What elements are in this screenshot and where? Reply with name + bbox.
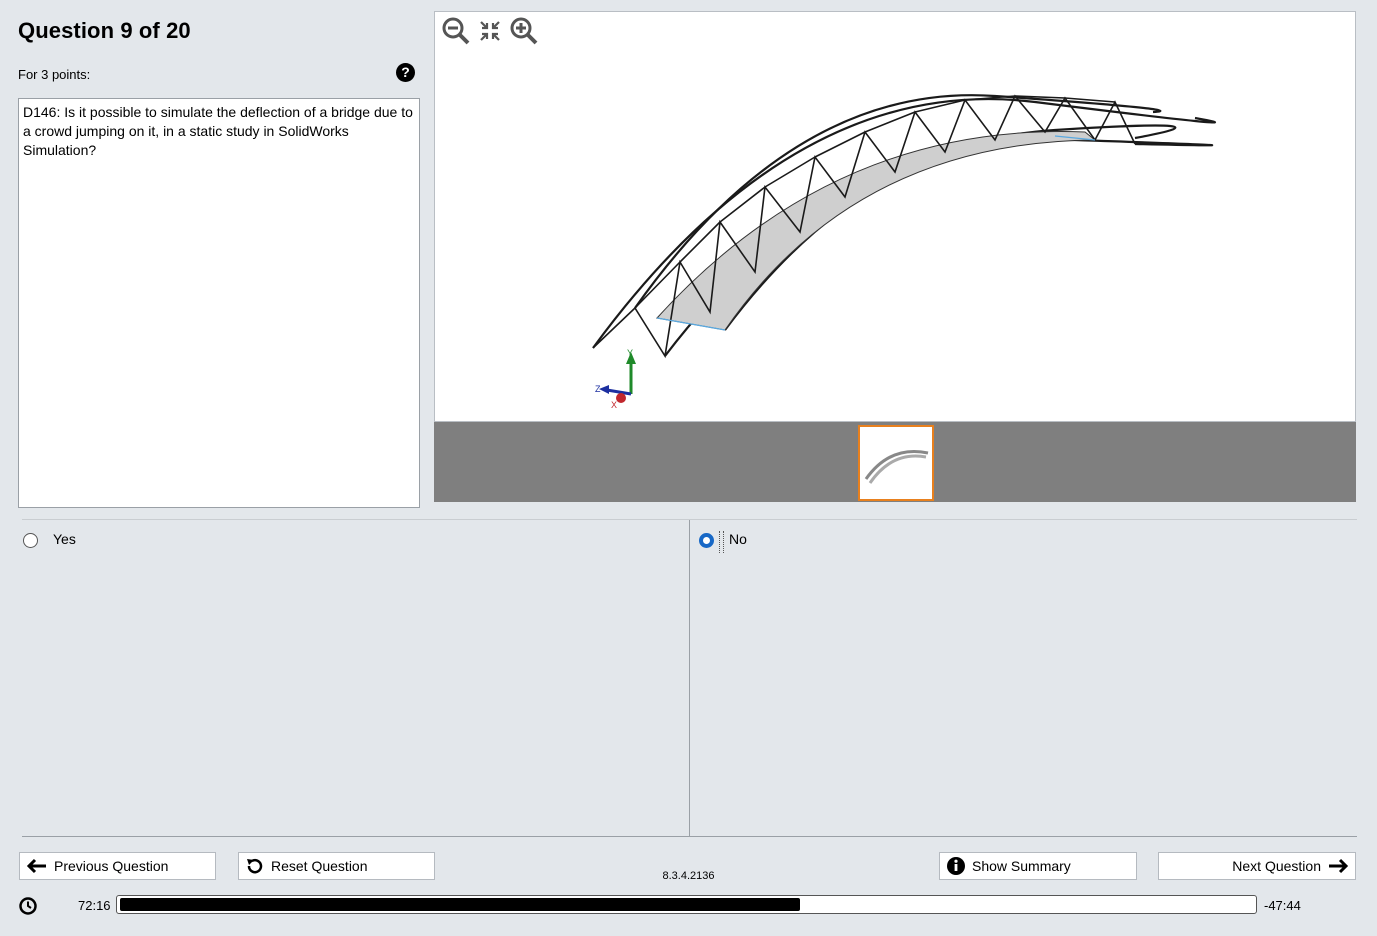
- axis-z-label: Z: [595, 384, 601, 394]
- remaining-time: -47:44: [1264, 898, 1301, 913]
- answer-no-label[interactable]: No: [729, 531, 747, 547]
- answer-yes-label[interactable]: Yes: [53, 531, 76, 547]
- clock-icon: [19, 897, 37, 915]
- next-question-button[interactable]: Next Question: [1158, 852, 1356, 880]
- question-title: Question 9 of 20: [18, 18, 191, 43]
- show-summary-button[interactable]: Show Summary: [939, 852, 1137, 880]
- image-thumbnail[interactable]: [858, 425, 934, 501]
- axis-y-label: Y: [627, 348, 633, 358]
- coordinate-triad: Y Z X: [595, 348, 636, 410]
- answer-divider: [689, 520, 690, 836]
- arrow-right-icon: [1329, 858, 1349, 874]
- answer-no-radio[interactable]: [699, 533, 714, 548]
- help-icon[interactable]: ?: [396, 63, 415, 82]
- question-points: For 3 points:: [18, 67, 91, 82]
- viewer-toolbar: [440, 15, 540, 49]
- fit-icon[interactable]: [474, 15, 506, 47]
- time-progress-fill: [120, 898, 800, 911]
- zoom-in-icon[interactable]: [508, 15, 540, 47]
- zoom-out-icon[interactable]: [440, 15, 472, 47]
- answer-yes-radio[interactable]: [23, 533, 38, 548]
- bridge-model-image: Y Z X: [592, 94, 1217, 410]
- show-summary-label: Show Summary: [972, 858, 1071, 874]
- elapsed-time: 72:16: [78, 898, 111, 913]
- info-icon: [947, 857, 965, 875]
- divider: [22, 836, 1357, 837]
- axis-x-label: X: [611, 400, 617, 410]
- question-text: D146: Is it possible to simulate the def…: [18, 98, 420, 508]
- focus-indicator: [719, 531, 724, 553]
- next-question-label: Next Question: [1232, 858, 1321, 874]
- model-viewer[interactable]: Y Z X: [434, 11, 1356, 422]
